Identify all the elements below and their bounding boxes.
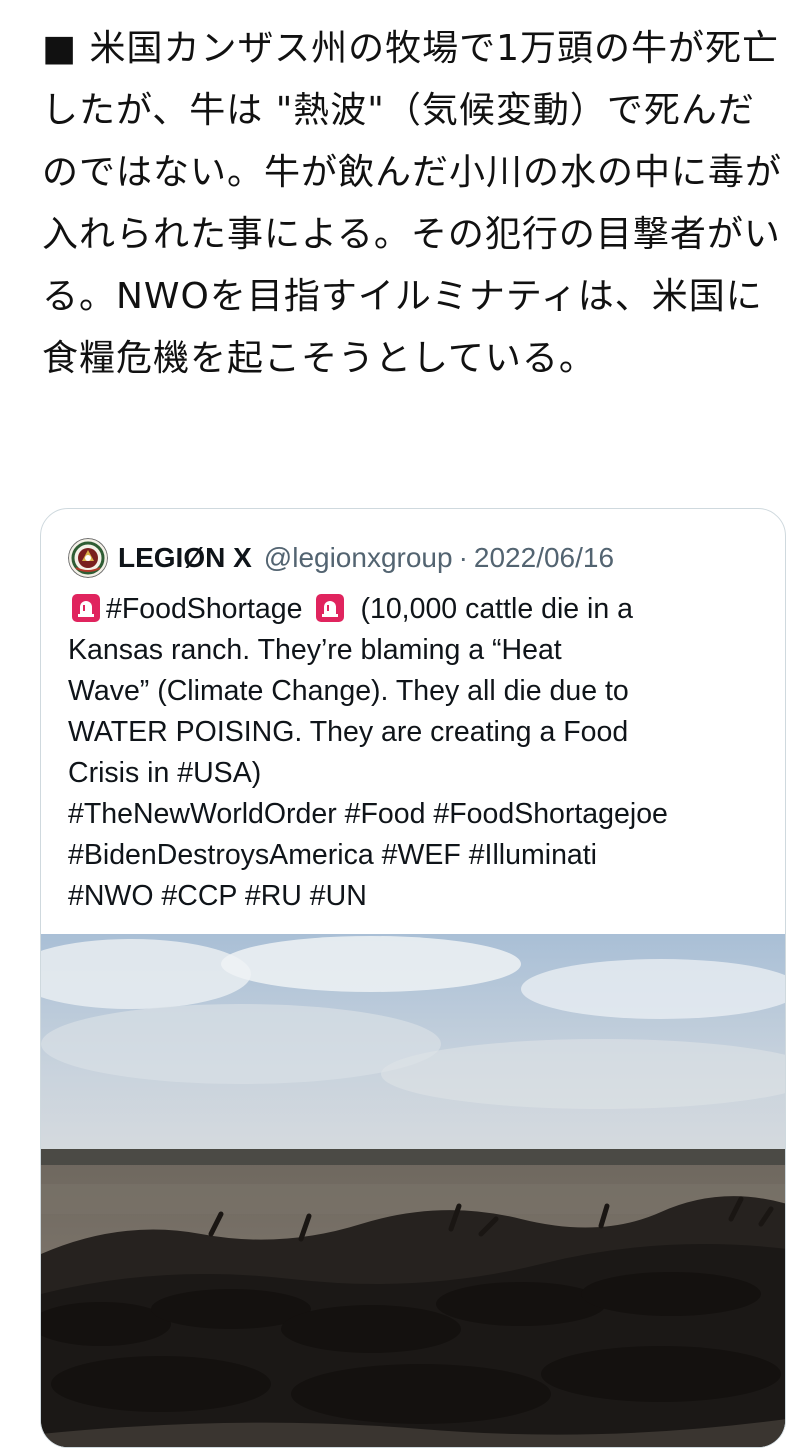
tweet-media-photo[interactable] <box>41 934 786 1448</box>
body-line-3: Wave” (Climate Change). They all die due… <box>68 675 629 707</box>
hashtags-line-3[interactable]: #NWO #CCP #RU #UN <box>68 876 768 917</box>
body-line-1: #FoodShortage (10,000 cattle die in a <box>68 589 768 630</box>
separator-dot: · <box>458 542 468 573</box>
hashtags-line-1[interactable]: #TheNewWorldOrder #Food #FoodShortagejoe <box>68 794 768 835</box>
tweet-body: 米国カンザス州の牧場で1万頭の牛が死亡したが、牛は "熱波"（気候変動）で死んだ… <box>42 28 783 379</box>
bullet-icon: ■ <box>42 28 78 69</box>
body-text: (10,000 cattle die in a <box>360 593 634 625</box>
rotating-light-icon <box>72 594 100 622</box>
tweet-text: ■ 米国カンザス州の牧場で1万頭の牛が死亡したが、牛は "熱波"（気候変動）で死… <box>42 18 782 390</box>
quoted-tweet-body: #FoodShortage (10,000 cattle die in a Kan… <box>68 589 768 917</box>
rotating-light-icon <box>316 594 345 622</box>
hashtags-line-2[interactable]: #BidenDestroysAmerica #WEF #Illuminati <box>68 835 768 876</box>
author-handle[interactable]: @legionxgroup <box>264 542 453 574</box>
hashtag-foodshortage[interactable]: #FoodShortage <box>106 593 302 625</box>
legion-emblem-icon[interactable] <box>68 538 108 578</box>
author-name[interactable]: LEGIØN X <box>118 542 252 574</box>
body-line-5: Crisis in #USA) <box>68 757 262 789</box>
body-line-2: Kansas ranch. They’re blaming a “Heat <box>68 634 562 666</box>
tweet-date[interactable]: 2022/06/16 <box>474 542 614 574</box>
quoted-tweet-card[interactable]: LEGIØN X @legionxgroup · 2022/06/16 #Foo… <box>40 508 786 1448</box>
body-line-4: WATER POISING. They are creating a Food <box>68 716 629 748</box>
quoted-tweet-header: LEGIØN X @legionxgroup · 2022/06/16 <box>68 537 614 579</box>
